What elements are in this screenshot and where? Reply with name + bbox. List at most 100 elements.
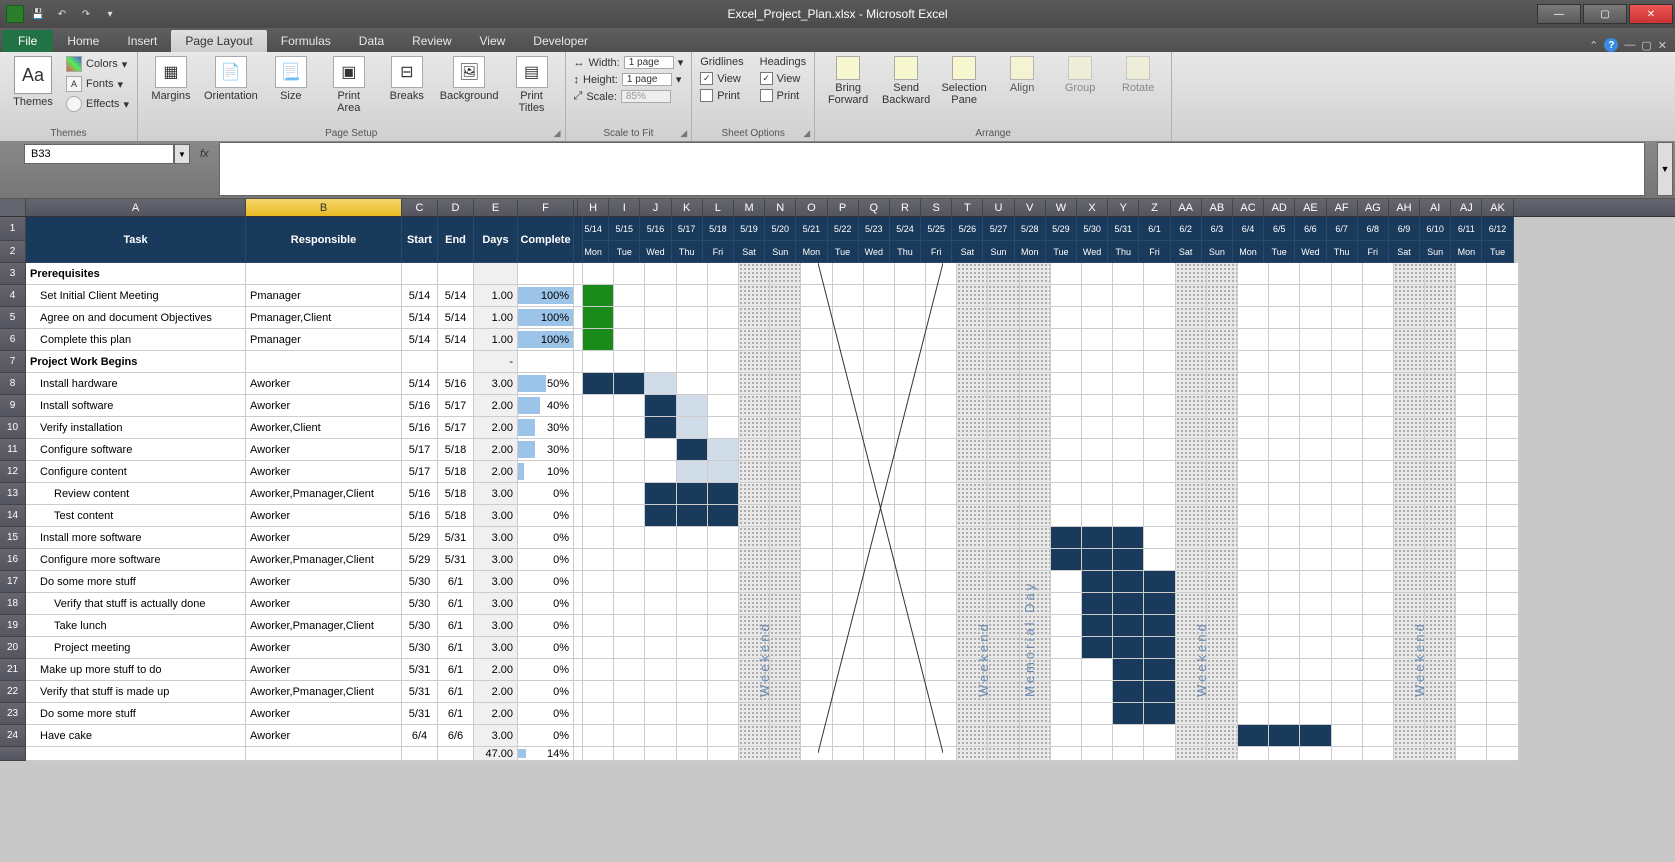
gantt-cell[interactable]	[926, 549, 957, 571]
gantt-cell[interactable]	[801, 483, 832, 505]
row-header-7[interactable]: 7	[0, 351, 26, 373]
gantt-cell[interactable]	[1269, 593, 1300, 615]
gantt-cell[interactable]	[895, 593, 926, 615]
gantt-cell[interactable]	[1300, 703, 1331, 725]
minimize-button[interactable]: —	[1537, 4, 1581, 24]
gantt-cell[interactable]	[1425, 615, 1456, 637]
gantt-cell[interactable]	[1487, 681, 1518, 703]
help-icon[interactable]: ?	[1604, 38, 1618, 52]
gantt-cell[interactable]	[801, 417, 832, 439]
breaks-button[interactable]: ⊟Breaks	[382, 56, 432, 102]
gantt-cell[interactable]	[614, 307, 645, 329]
row-header-10[interactable]: 10	[0, 417, 26, 439]
gantt-cell[interactable]	[677, 725, 708, 747]
gantt-cell[interactable]	[614, 571, 645, 593]
gantt-cell[interactable]	[1300, 329, 1331, 351]
col-header-AK[interactable]: AK	[1482, 199, 1513, 216]
gantt-cell[interactable]	[1332, 373, 1363, 395]
gantt-cell[interactable]	[1144, 395, 1175, 417]
gantt-cell[interactable]	[895, 373, 926, 395]
gantt-cell[interactable]	[1487, 747, 1518, 761]
gantt-cell[interactable]	[895, 417, 926, 439]
gantt-cell[interactable]	[926, 703, 957, 725]
gantt-cell[interactable]	[1082, 263, 1113, 285]
gantt-cell[interactable]	[1425, 725, 1456, 747]
task-cell[interactable]: Test content	[26, 505, 246, 527]
responsible-cell[interactable]: Pmanager	[246, 329, 402, 351]
gantt-cell[interactable]	[614, 659, 645, 681]
gantt-cell[interactable]	[1207, 439, 1238, 461]
gantt-cell[interactable]	[677, 263, 708, 285]
margins-button[interactable]: ▦Margins	[146, 56, 196, 102]
gantt-cell[interactable]	[1207, 615, 1238, 637]
gantt-cell[interactable]	[708, 615, 739, 637]
gantt-cell[interactable]	[708, 461, 739, 483]
gantt-cell[interactable]	[1144, 703, 1175, 725]
gantt-cell[interactable]	[1144, 307, 1175, 329]
gantt-cell[interactable]	[864, 615, 895, 637]
gantt-cell[interactable]	[1113, 505, 1144, 527]
gantt-cell[interactable]	[801, 615, 832, 637]
gantt-cell[interactable]	[1269, 681, 1300, 703]
start-cell[interactable]: 5/31	[402, 659, 438, 681]
gantt-cell[interactable]	[1487, 307, 1518, 329]
gantt-cell[interactable]	[1363, 527, 1394, 549]
gantt-cell[interactable]	[708, 307, 739, 329]
gantt-cell[interactable]	[988, 307, 1019, 329]
responsible-cell[interactable]: Aworker	[246, 527, 402, 549]
end-cell[interactable]: 5/18	[438, 505, 474, 527]
gantt-cell[interactable]	[801, 703, 832, 725]
col-header-R[interactable]: R	[890, 199, 921, 216]
responsible-cell[interactable]: Aworker	[246, 593, 402, 615]
gantt-cell[interactable]	[1300, 593, 1331, 615]
gantt-cell[interactable]	[645, 395, 676, 417]
col-header-AD[interactable]: AD	[1264, 199, 1295, 216]
gantt-cell[interactable]	[1332, 659, 1363, 681]
responsible-cell[interactable]	[246, 263, 402, 285]
complete-cell[interactable]: 30%	[518, 439, 574, 461]
gantt-cell[interactable]	[1144, 615, 1175, 637]
gantt-cell[interactable]	[708, 395, 739, 417]
gantt-cell[interactable]	[1144, 527, 1175, 549]
gantt-cell[interactable]	[801, 659, 832, 681]
gantt-cell[interactable]	[1269, 329, 1300, 351]
end-cell[interactable]: 5/17	[438, 417, 474, 439]
gantt-cell[interactable]	[864, 527, 895, 549]
gantt-cell[interactable]	[677, 351, 708, 373]
gantt-cell[interactable]	[739, 285, 770, 307]
row-header-25[interactable]	[0, 747, 26, 761]
gantt-cell[interactable]	[1363, 725, 1394, 747]
col-header-AA[interactable]: AA	[1171, 199, 1202, 216]
gantt-cell[interactable]	[926, 263, 957, 285]
days-cell[interactable]: 3.00	[474, 637, 518, 659]
gantt-cell[interactable]	[1456, 395, 1487, 417]
gantt-cell[interactable]	[957, 263, 988, 285]
gantt-cell[interactable]	[1332, 395, 1363, 417]
gantt-cell[interactable]	[1176, 747, 1207, 761]
gantt-cell[interactable]	[1363, 395, 1394, 417]
gantt-cell[interactable]	[1207, 395, 1238, 417]
gantt-cell[interactable]	[1456, 263, 1487, 285]
gantt-cell[interactable]	[801, 527, 832, 549]
col-header-T[interactable]: T	[952, 199, 983, 216]
gantt-cell[interactable]	[1207, 461, 1238, 483]
col-header-U[interactable]: U	[983, 199, 1014, 216]
gantt-cell[interactable]	[988, 549, 1019, 571]
gantt-cell[interactable]	[895, 505, 926, 527]
gantt-cell[interactable]	[708, 549, 739, 571]
gantt-cell[interactable]	[1144, 417, 1175, 439]
responsible-cell[interactable]: Pmanager,Client	[246, 307, 402, 329]
gantt-cell[interactable]	[770, 505, 801, 527]
days-cell[interactable]: 3.00	[474, 527, 518, 549]
gantt-cell[interactable]	[833, 329, 864, 351]
gantt-cell[interactable]	[770, 285, 801, 307]
gantt-cell[interactable]	[770, 615, 801, 637]
gantt-cell[interactable]	[645, 285, 676, 307]
gantt-cell[interactable]	[1487, 373, 1518, 395]
end-cell[interactable]: 5/18	[438, 483, 474, 505]
gantt-cell[interactable]	[1300, 505, 1331, 527]
gantt-cell[interactable]	[1269, 703, 1300, 725]
qa-save-icon[interactable]: 💾	[28, 5, 48, 23]
gantt-cell[interactable]	[583, 549, 614, 571]
complete-cell[interactable]: 10%	[518, 461, 574, 483]
